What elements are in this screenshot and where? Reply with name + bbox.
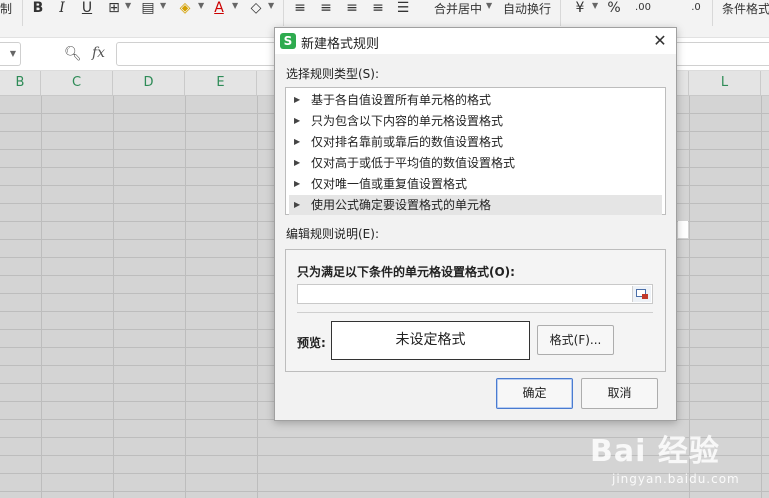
rule-type-item[interactable]: ▶ 仅对高于或低于平均值的数值设置格式 [289, 153, 662, 173]
dialog-title: 新建格式规则 [301, 37, 380, 52]
bold-button[interactable]: B [31, 0, 45, 16]
cell-style-icon[interactable]: ▤ [140, 0, 156, 16]
eraser-icon[interactable]: ◇ [248, 0, 264, 16]
underline-button[interactable]: U [80, 0, 94, 16]
rule-type-text: 基于各自值设置所有单元格的格式 [311, 93, 492, 107]
grid-line [761, 96, 762, 498]
grid-line [41, 96, 42, 498]
ribbon-separator [283, 0, 284, 26]
rule-type-item-selected[interactable]: ▶ 使用公式确定要设置格式的单元格 [289, 195, 662, 215]
wrap-text-button[interactable]: 自动换行 [503, 0, 551, 18]
percent-button[interactable]: % [606, 0, 622, 16]
fill-color-icon[interactable]: ◈ [176, 0, 194, 16]
rule-type-item[interactable]: ▶ 基于各自值设置所有单元格的格式 [289, 90, 662, 110]
rule-type-label: 选择规则类型(S): [286, 67, 380, 81]
grid-line [185, 96, 186, 498]
chevron-down-icon[interactable]: ▼ [592, 1, 598, 10]
formula-condition-input[interactable] [297, 284, 653, 304]
distributed-align-icon[interactable]: ☰ [395, 0, 411, 16]
rule-type-item[interactable]: ▶ 只为包含以下内容的单元格设置格式 [289, 111, 662, 131]
column-header-l[interactable]: L [689, 71, 761, 95]
chevron-down-icon[interactable]: ▼ [10, 49, 16, 58]
triangle-right-icon: ▶ [294, 116, 301, 125]
ribbon-separator [560, 0, 561, 26]
ribbon-separator [22, 0, 23, 26]
ok-button[interactable]: 确定 [496, 378, 573, 409]
format-button[interactable]: 格式(F)... [537, 325, 614, 355]
chevron-down-icon[interactable]: ▼ [198, 1, 204, 10]
rule-type-text: 仅对唯一值或重复值设置格式 [311, 177, 468, 191]
rule-type-text: 仅对高于或低于平均值的数值设置格式 [311, 156, 516, 170]
baidu-watermark-logo: Bai 经验 [590, 434, 720, 469]
rule-type-list[interactable]: ▶ 基于各自值设置所有单元格的格式 ▶ 只为包含以下内容的单元格设置格式 ▶ 仅… [285, 87, 666, 215]
wps-app-icon: S [280, 33, 296, 49]
rule-type-item[interactable]: ▶ 仅对唯一值或重复值设置格式 [289, 174, 662, 194]
italic-button[interactable]: I [56, 0, 68, 16]
triangle-right-icon: ▶ [294, 200, 301, 209]
align-left-icon[interactable]: ≡ [292, 0, 308, 16]
column-header-b[interactable]: B [0, 71, 41, 95]
column-header-c[interactable]: C [41, 71, 113, 95]
rule-type-text: 使用公式确定要设置格式的单元格 [311, 198, 492, 212]
triangle-right-icon: ▶ [294, 137, 301, 146]
align-right-icon[interactable]: ≡ [344, 0, 360, 16]
triangle-right-icon: ▶ [294, 95, 301, 104]
name-box[interactable]: ▼ [0, 42, 21, 66]
condition-label: 只为满足以下条件的单元格设置格式(O): [297, 265, 515, 279]
zoom-icon[interactable]: 🔍︎ [64, 46, 82, 62]
close-icon[interactable]: ✕ [650, 31, 670, 51]
decrease-decimal-button[interactable]: .0 [688, 0, 704, 16]
grid-line [113, 96, 114, 498]
dialog-titlebar[interactable]: S 新建格式规则 ✕ [275, 28, 676, 54]
divider [297, 312, 653, 313]
conditional-format-button[interactable]: 条件格式 [722, 0, 769, 18]
baidu-watermark-url: jingyan.baidu.com [612, 472, 740, 486]
rule-type-item[interactable]: ▶ 仅对排名靠前或靠后的数值设置格式 [289, 132, 662, 152]
new-format-rule-dialog: S 新建格式规则 ✕ 选择规则类型(S): ▶ 基于各自值设置所有单元格的格式 … [274, 27, 677, 421]
rule-description-panel: 只为满足以下条件的单元格设置格式(O): 预览: 未设定格式 格式(F)... [285, 249, 666, 372]
currency-icon[interactable]: ¥ [572, 0, 588, 16]
chevron-down-icon[interactable]: ▼ [125, 1, 131, 10]
rule-type-text: 只为包含以下内容的单元格设置格式 [311, 114, 504, 128]
active-cell[interactable] [678, 221, 688, 238]
ribbon-left-fragment: 制 [0, 2, 13, 16]
borders-icon[interactable]: ⊞ [106, 0, 122, 16]
increase-decimal-button[interactable]: .00 [633, 0, 653, 16]
fx-icon[interactable]: fx [92, 45, 105, 61]
chevron-down-icon[interactable]: ▼ [160, 1, 166, 10]
align-center-icon[interactable]: ≡ [318, 0, 334, 16]
ribbon-separator [712, 0, 713, 26]
format-preview: 未设定格式 [331, 321, 530, 360]
triangle-right-icon: ▶ [294, 158, 301, 167]
cancel-button[interactable]: 取消 [581, 378, 658, 409]
column-header-e[interactable]: E [185, 71, 257, 95]
font-color-button[interactable]: A [212, 0, 226, 16]
merge-center-button[interactable]: 合并居中 [434, 0, 482, 18]
edit-description-label: 编辑规则说明(E): [286, 227, 379, 241]
justify-icon[interactable]: ≡ [370, 0, 386, 16]
column-header-d[interactable]: D [113, 71, 185, 95]
triangle-right-icon: ▶ [294, 179, 301, 188]
chevron-down-icon[interactable]: ▼ [486, 1, 492, 10]
grid-line [257, 96, 258, 498]
rule-type-text: 仅对排名靠前或靠后的数值设置格式 [311, 135, 504, 149]
chevron-down-icon[interactable]: ▼ [232, 1, 238, 10]
range-select-icon[interactable] [632, 286, 651, 302]
preview-label: 预览: [297, 336, 326, 350]
chevron-down-icon[interactable]: ▼ [268, 1, 274, 10]
